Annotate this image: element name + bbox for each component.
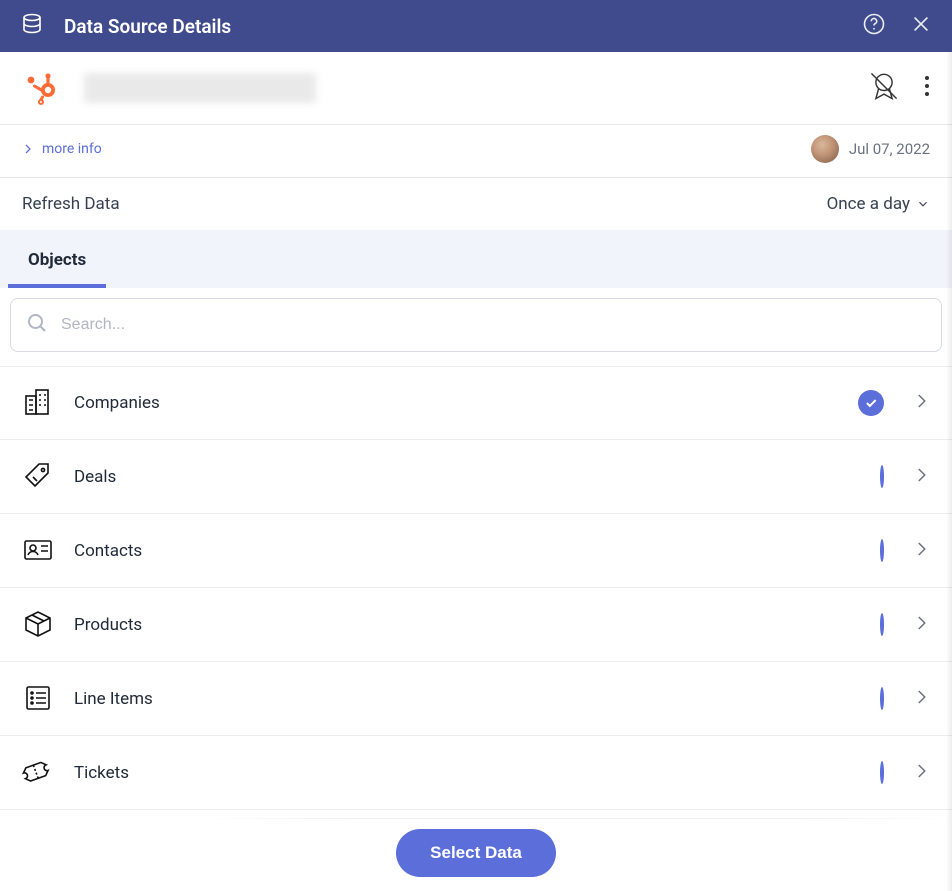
object-name: Tickets [74,763,880,783]
hubspot-logo-icon [22,68,62,108]
footer: Select Data [0,819,952,891]
data-source-header [0,52,952,125]
more-info-row: more info Jul 07, 2022 [0,125,952,178]
pricetag-icon [22,460,56,494]
object-name: Deals [74,467,880,487]
database-icon [20,12,44,40]
more-info-label: more info [42,141,102,157]
objects-list: Companies Deals Contacts Products Line Items… [0,352,952,810]
chevron-right-icon [912,688,930,710]
search-icon [25,311,49,339]
data-source-name-redacted [84,73,316,103]
buildings-icon [22,386,56,420]
tab-objects[interactable]: Objects [8,250,106,288]
refresh-frequency-value: Once a day [827,194,910,214]
title-bar: Data Source Details [0,0,952,52]
help-icon[interactable] [862,12,886,40]
search-input[interactable] [61,316,927,334]
page-title: Data Source Details [64,15,838,38]
ticket-icon [22,756,56,790]
status-unselected-icon[interactable] [880,467,884,486]
more-info-toggle[interactable]: more info [22,141,102,157]
search-container [0,288,952,352]
last-updated-date: Jul 07, 2022 [849,140,930,158]
status-unselected-icon[interactable] [880,541,884,560]
chevron-right-icon [912,540,930,562]
idcard-icon [22,534,56,568]
more-menu-icon[interactable] [924,75,930,101]
status-unselected-icon[interactable] [880,615,884,634]
box-icon [22,608,56,642]
status-selected-icon[interactable] [858,390,884,416]
certificate-icon[interactable] [866,68,902,108]
object-name: Products [74,615,880,635]
refresh-data-row: Refresh Data Once a day [0,178,952,230]
refresh-frequency-select[interactable]: Once a day [827,194,930,214]
object-row-contacts[interactable]: Contacts [0,514,952,588]
chevron-right-icon [912,614,930,636]
object-row-products[interactable]: Products [0,588,952,662]
close-icon[interactable] [910,13,932,39]
chevron-right-icon [912,392,930,414]
status-unselected-icon[interactable] [880,763,884,782]
search-box[interactable] [10,298,942,352]
object-row-companies[interactable]: Companies [0,366,952,440]
object-row-tickets[interactable]: Tickets [0,736,952,810]
object-name: Line Items [74,689,880,709]
status-unselected-icon[interactable] [880,689,884,708]
user-avatar[interactable] [811,135,839,163]
object-name: Companies [74,393,858,413]
object-name: Contacts [74,541,880,561]
tabs-bar: Objects [0,230,952,288]
listdoc-icon [22,682,56,716]
chevron-right-icon [912,762,930,784]
object-row-line-items[interactable]: Line Items [0,662,952,736]
refresh-data-label: Refresh Data [22,194,120,214]
chevron-right-icon [912,466,930,488]
select-data-button[interactable]: Select Data [396,829,556,877]
object-row-deals[interactable]: Deals [0,440,952,514]
